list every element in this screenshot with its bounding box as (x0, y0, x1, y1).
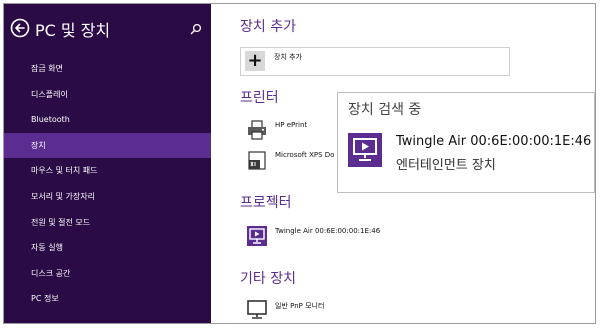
popup-device-category: 엔터테인먼트 장치 (396, 158, 496, 173)
sidebar-item-autoplay[interactable]: 자동 실행 (4, 235, 211, 261)
sidebar-item-label: 장치 (31, 140, 46, 150)
projector-icon (348, 133, 382, 167)
settings-window: PC 및 장치 잠금 화면 디스플레이 Bluetooth 장치 마우스 및 터… (3, 3, 596, 324)
sidebar-item-label: 마우스 및 터치 패드 (31, 166, 98, 176)
projector-icon (247, 226, 267, 246)
device-name: 일반 PnP 모니터 (275, 302, 325, 310)
sidebar-item-lock-screen[interactable]: 잠금 화면 (4, 56, 211, 82)
page-title: PC 및 장치 (35, 21, 111, 40)
plus-icon: + (245, 51, 265, 71)
sidebar-item-label: 모서리 및 가장자리 (31, 191, 95, 201)
add-device-heading: 장치 추가 (240, 19, 296, 35)
printer-icon (248, 120, 266, 140)
popup-device-name: Twingle Air 00:6E:00:00:1E:46 (396, 134, 592, 149)
sidebar-item-label: PC 정보 (31, 294, 59, 304)
other-devices-heading: 기타 장치 (240, 271, 296, 287)
back-button[interactable] (10, 18, 30, 38)
device-search-popup[interactable]: 장치 검색 중 Twingle Air 00:6E:00:00:1E:46 엔터… (337, 92, 595, 193)
device-name: HP ePrint (275, 121, 308, 129)
sidebar-item-disk-space[interactable]: 디스크 공간 (4, 261, 211, 287)
sidebar-nav: 잠금 화면 디스플레이 Bluetooth 장치 마우스 및 터치 패드 모서리… (4, 56, 211, 312)
search-button[interactable] (189, 21, 203, 35)
sidebar-item-label: 자동 실행 (31, 243, 63, 253)
sidebar-item-power-sleep[interactable]: 전원 및 절전 모드 (4, 210, 211, 236)
sidebar-item-label: 디스플레이 (31, 89, 68, 99)
sidebar-item-label: 디스크 공간 (31, 268, 71, 278)
sidebar: PC 및 장치 잠금 화면 디스플레이 Bluetooth 장치 마우스 및 터… (4, 4, 211, 323)
sidebar-item-label: 잠금 화면 (31, 64, 63, 73)
sidebar-item-label: 전원 및 절전 모드 (31, 217, 91, 227)
popup-title: 장치 검색 중 (348, 102, 422, 118)
sidebar-header: PC 및 장치 (10, 17, 205, 41)
sidebar-item-devices[interactable]: 장치 (4, 132, 211, 159)
printers-heading: 프린터 (240, 90, 279, 106)
sidebar-item-display[interactable]: 디스플레이 (4, 82, 211, 108)
sidebar-item-corners-edges[interactable]: 모서리 및 가장자리 (4, 184, 211, 210)
sidebar-item-label: Bluetooth (31, 115, 70, 125)
device-name: Twingle Air 00:6E:00:00:1E:46 (275, 227, 381, 235)
monitor-icon (247, 300, 267, 319)
sidebar-item-bluetooth[interactable]: Bluetooth (4, 107, 211, 133)
device-name: Microsoft XPS Do (275, 151, 335, 159)
search-icon (190, 23, 202, 35)
add-device-button[interactable]: + 장치 추가 (240, 47, 510, 76)
back-arrow-icon (10, 18, 30, 38)
projectors-heading: 프로젝터 (240, 195, 292, 211)
sidebar-item-mouse-touchpad[interactable]: 마우스 및 터치 패드 (4, 158, 211, 184)
xps-document-icon (248, 151, 266, 170)
add-device-label: 장치 추가 (274, 53, 302, 61)
sidebar-item-pc-info[interactable]: PC 정보 (4, 286, 211, 312)
